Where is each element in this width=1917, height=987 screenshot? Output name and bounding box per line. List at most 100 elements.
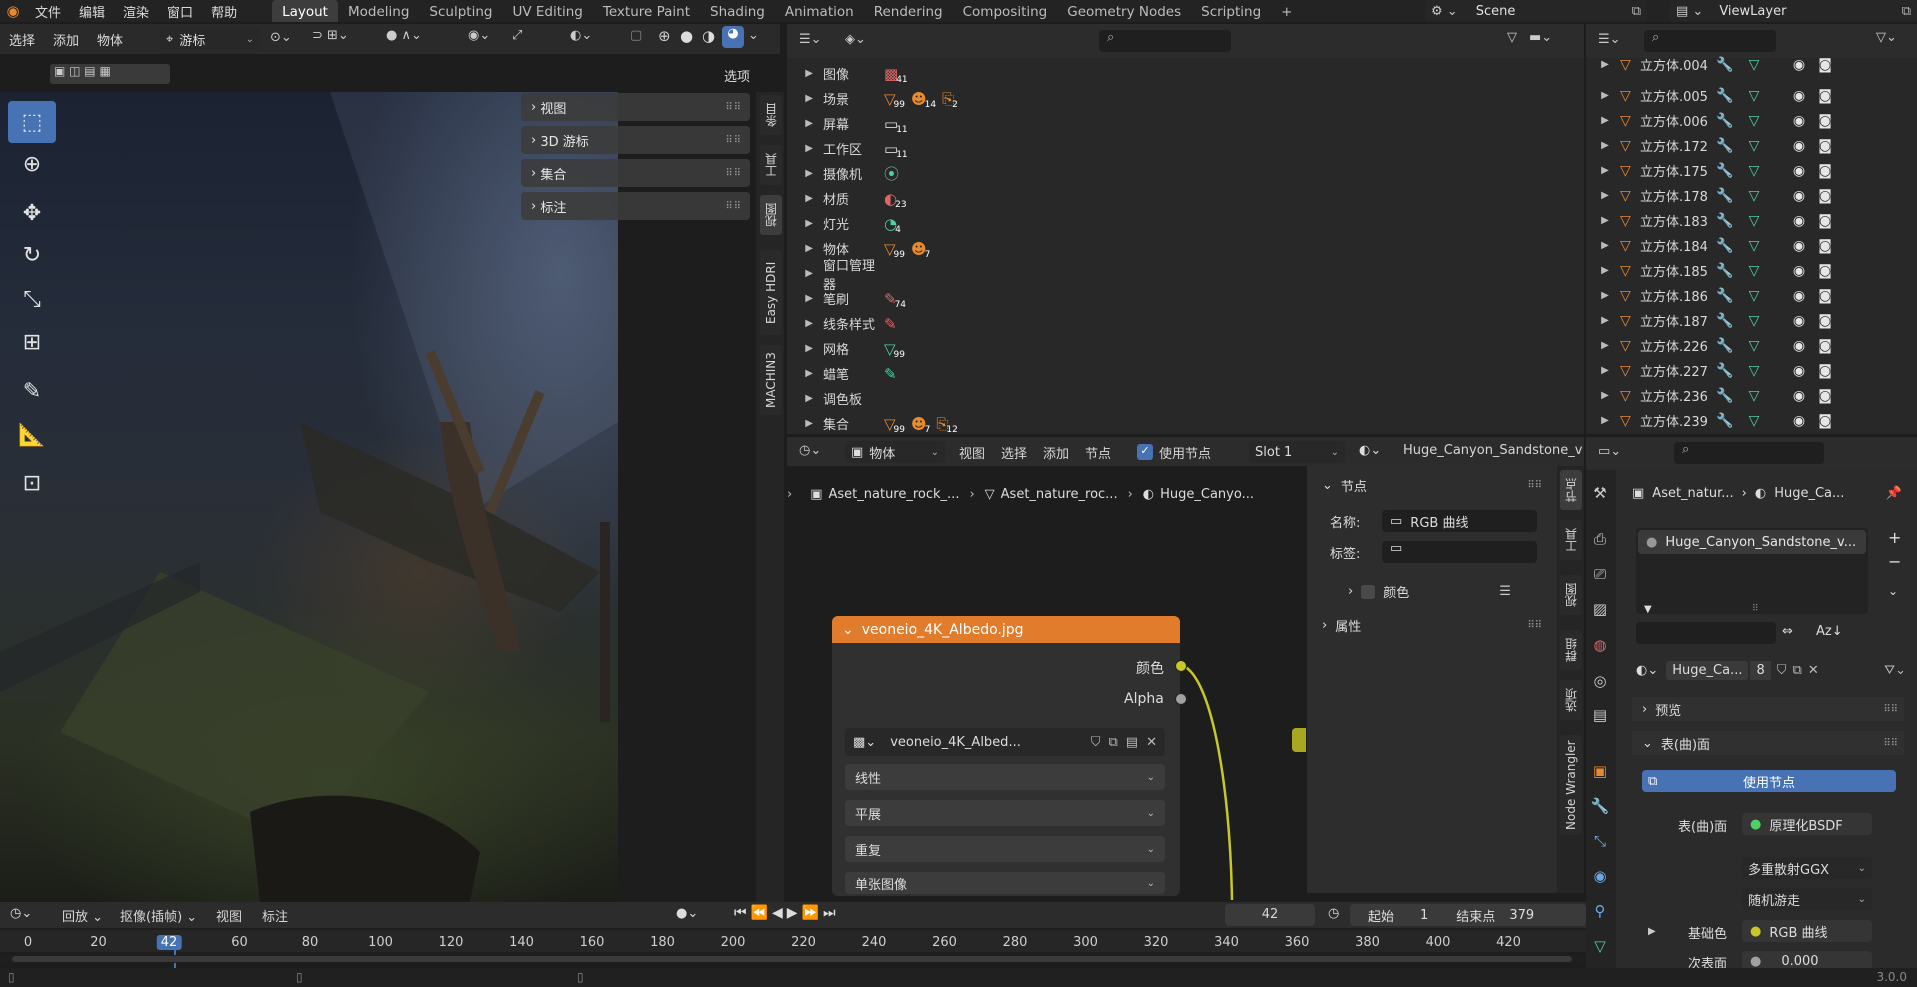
expand-arrow-icon[interactable]: ▶ bbox=[795, 118, 823, 129]
object-name[interactable]: 立方体.239 bbox=[1640, 411, 1710, 430]
tab-easy-hdri[interactable]: Easy HDRI bbox=[760, 250, 782, 335]
mesh-data-icon[interactable]: ▽ bbox=[1740, 113, 1768, 129]
invert-filter-icon[interactable]: ⇔ bbox=[1782, 624, 1793, 639]
expand-arrow-icon[interactable]: ▶ bbox=[795, 168, 823, 179]
datablock-row[interactable]: ▶ 调色板 bbox=[795, 386, 882, 411]
end-frame-field[interactable]: 379 bbox=[1509, 908, 1534, 923]
editor-type-icon[interactable]: ☰⌄ bbox=[799, 32, 822, 47]
tab-sculpting[interactable]: Sculpting bbox=[419, 0, 502, 22]
mesh-data-icon[interactable]: ▽ bbox=[1740, 338, 1768, 354]
visibility-eye-icon[interactable]: ◉ bbox=[1786, 288, 1812, 304]
extension-dropdown[interactable]: 重复 ⌄ bbox=[845, 836, 1165, 862]
tab-tool[interactable]: 工具 bbox=[760, 145, 782, 185]
expand-base-color-icon[interactable]: ▶ bbox=[1648, 926, 1656, 937]
modifier-icon[interactable]: 🔧 bbox=[1710, 57, 1740, 73]
shading-material-icon[interactable]: ◑ bbox=[702, 27, 715, 45]
tab-texture-paint[interactable]: Texture Paint bbox=[593, 0, 700, 22]
expand-arrow-icon[interactable]: ▶ bbox=[1590, 340, 1620, 351]
npanel-annotation[interactable]: › 标注 ⠿⠿ bbox=[521, 192, 750, 220]
modifier-icon[interactable]: 🔧 bbox=[1710, 188, 1740, 204]
datablock-row[interactable]: ▶ 蜡笔 ✎ bbox=[795, 361, 901, 386]
timeline-view-menu[interactable]: 视图 bbox=[216, 906, 242, 925]
modifier-icon[interactable]: 🔧 bbox=[1710, 288, 1740, 304]
outliner-object-row[interactable]: ▶ ▽ 立方体.178 🔧 ▽ ◉ ◙ bbox=[1590, 183, 1917, 208]
drag-handle-icon[interactable]: ⠿⠿ bbox=[1527, 480, 1542, 491]
color-output-socket[interactable] bbox=[1175, 660, 1187, 672]
tab-scripting[interactable]: Scripting bbox=[1191, 0, 1271, 22]
timeline-scrollbar[interactable] bbox=[0, 955, 1586, 963]
modifier-tab-icon[interactable]: 🔧 bbox=[1586, 797, 1614, 815]
mesh-data-icon[interactable]: ▽ bbox=[1740, 138, 1768, 154]
npanel-3d-cursor[interactable]: › 3D 游标 ⠿⠿ bbox=[521, 126, 750, 154]
fake-user-icon[interactable]: ⛉ bbox=[1091, 735, 1101, 750]
node-header[interactable]: ⌄ veoneio_4K_Albedo.jpg bbox=[832, 616, 1180, 643]
expand-arrow-icon[interactable]: ▶ bbox=[1590, 190, 1620, 201]
scale-tool[interactable]: ⤡ bbox=[8, 278, 56, 320]
use-nodes-button[interactable]: ⧉ 使用节点 bbox=[1642, 770, 1896, 792]
preview-section[interactable]: › 预览 ⠿⠿ bbox=[1632, 697, 1904, 721]
shading-wireframe-icon[interactable]: ⊕ bbox=[658, 27, 671, 45]
visibility-eye-icon[interactable]: ◉ bbox=[1786, 388, 1812, 404]
outliner-object-row[interactable]: ▶ ▽ 立方体.187 🔧 ▽ ◉ ◙ bbox=[1590, 308, 1917, 333]
mesh-data-icon[interactable]: ▽ bbox=[1740, 288, 1768, 304]
interpolation-dropdown[interactable]: 线性 ⌄ bbox=[845, 764, 1165, 790]
breadcrumb-material[interactable]: Huge_Canyo... bbox=[1160, 487, 1254, 502]
collapse-icon[interactable]: ⌄ bbox=[842, 622, 854, 638]
visibility-eye-icon[interactable]: ◉ bbox=[1786, 88, 1812, 104]
pin-icon[interactable]: 📌 bbox=[1886, 486, 1902, 501]
viewport-menu-object[interactable]: 物体 bbox=[88, 30, 132, 49]
render-camera-icon[interactable]: ◙ bbox=[1812, 338, 1838, 354]
annotate-tool[interactable]: ✎ bbox=[8, 370, 56, 412]
visibility-eye-icon[interactable]: ◉ bbox=[1786, 413, 1812, 429]
record-icon[interactable]: ●⌄ bbox=[676, 906, 698, 921]
outliner-object-row[interactable]: ▶ ▽ 立方体.227 🔧 ▽ ◉ ◙ bbox=[1590, 358, 1917, 383]
datablock-row[interactable]: ▶ 网格 ▽ 99 bbox=[795, 336, 911, 361]
expand-arrow-icon[interactable]: ▶ bbox=[795, 143, 823, 154]
drag-handle-icon[interactable]: ⠿⠿ bbox=[725, 168, 742, 179]
render-camera-icon[interactable]: ◙ bbox=[1812, 57, 1838, 73]
mesh-data-icon[interactable]: ▽ bbox=[1740, 88, 1768, 104]
shading-solid-icon[interactable]: ● bbox=[680, 27, 693, 45]
scene-tab-icon[interactable]: ◍ bbox=[1586, 636, 1614, 654]
mesh-data-icon[interactable]: ▽ bbox=[1740, 413, 1768, 429]
filter-icon[interactable]: ▽⌄ bbox=[1876, 30, 1897, 45]
gizmo-icon[interactable]: ⤢ bbox=[512, 28, 522, 43]
editor-type-icon[interactable]: ◷⌄ bbox=[10, 906, 32, 921]
render-camera-icon[interactable]: ◙ bbox=[1812, 238, 1838, 254]
modifier-icon[interactable]: 🔧 bbox=[1710, 363, 1740, 379]
object-name[interactable]: 立方体.175 bbox=[1640, 161, 1710, 180]
expand-arrow-icon[interactable]: ▶ bbox=[1590, 165, 1620, 176]
object-name[interactable]: 立方体.004 bbox=[1640, 55, 1710, 74]
object-name[interactable]: 立方体.186 bbox=[1640, 286, 1710, 305]
rotate-tool[interactable]: ↻ bbox=[8, 234, 56, 276]
tab-node-tool[interactable]: 工具 bbox=[1560, 520, 1582, 560]
visibility-icon[interactable]: ◉⌄ bbox=[468, 28, 490, 43]
mesh-data-icon[interactable]: ▽ bbox=[1740, 388, 1768, 404]
collection-tab-icon[interactable]: ▤ bbox=[1586, 706, 1614, 724]
add-cube-tool[interactable]: ⊡ bbox=[8, 462, 56, 504]
mesh-data-icon[interactable]: ▽ bbox=[1740, 238, 1768, 254]
object-name[interactable]: 立方体.226 bbox=[1640, 336, 1710, 355]
xray-icon[interactable]: ▢ bbox=[630, 28, 642, 43]
render-camera-icon[interactable]: ◙ bbox=[1812, 163, 1838, 179]
material-users-count[interactable]: 8 bbox=[1750, 660, 1771, 680]
mesh-data-icon[interactable]: ▽ bbox=[1740, 363, 1768, 379]
datablock-row[interactable]: ▶ 笔刷 ✎ 74 bbox=[795, 286, 912, 311]
visibility-eye-icon[interactable]: ◉ bbox=[1786, 113, 1812, 129]
mesh-data-icon[interactable]: ▽ bbox=[1740, 57, 1768, 73]
editor-type-icon[interactable]: ▭⌄ bbox=[1598, 444, 1621, 459]
object-name[interactable]: 立方体.184 bbox=[1640, 236, 1710, 255]
tab-node[interactable]: 节点 bbox=[1560, 470, 1582, 510]
menu-edit[interactable]: 编辑 bbox=[70, 2, 114, 21]
datablock-row[interactable]: ▶ 屏幕 ▭ 11 bbox=[795, 111, 914, 136]
render-camera-icon[interactable]: ◙ bbox=[1812, 138, 1838, 154]
modifier-icon[interactable]: 🔧 bbox=[1710, 238, 1740, 254]
visibility-eye-icon[interactable]: ◉ bbox=[1786, 363, 1812, 379]
render-camera-icon[interactable]: ◙ bbox=[1812, 188, 1838, 204]
visibility-eye-icon[interactable]: ◉ bbox=[1786, 263, 1812, 279]
expand-arrow-icon[interactable]: ▶ bbox=[1590, 265, 1620, 276]
close-icon[interactable]: ✕ bbox=[1808, 663, 1819, 678]
tab-group[interactable]: 群组 bbox=[1560, 630, 1582, 670]
render-camera-icon[interactable]: ◙ bbox=[1812, 363, 1838, 379]
expand-arrow-icon[interactable]: ▶ bbox=[795, 193, 823, 204]
